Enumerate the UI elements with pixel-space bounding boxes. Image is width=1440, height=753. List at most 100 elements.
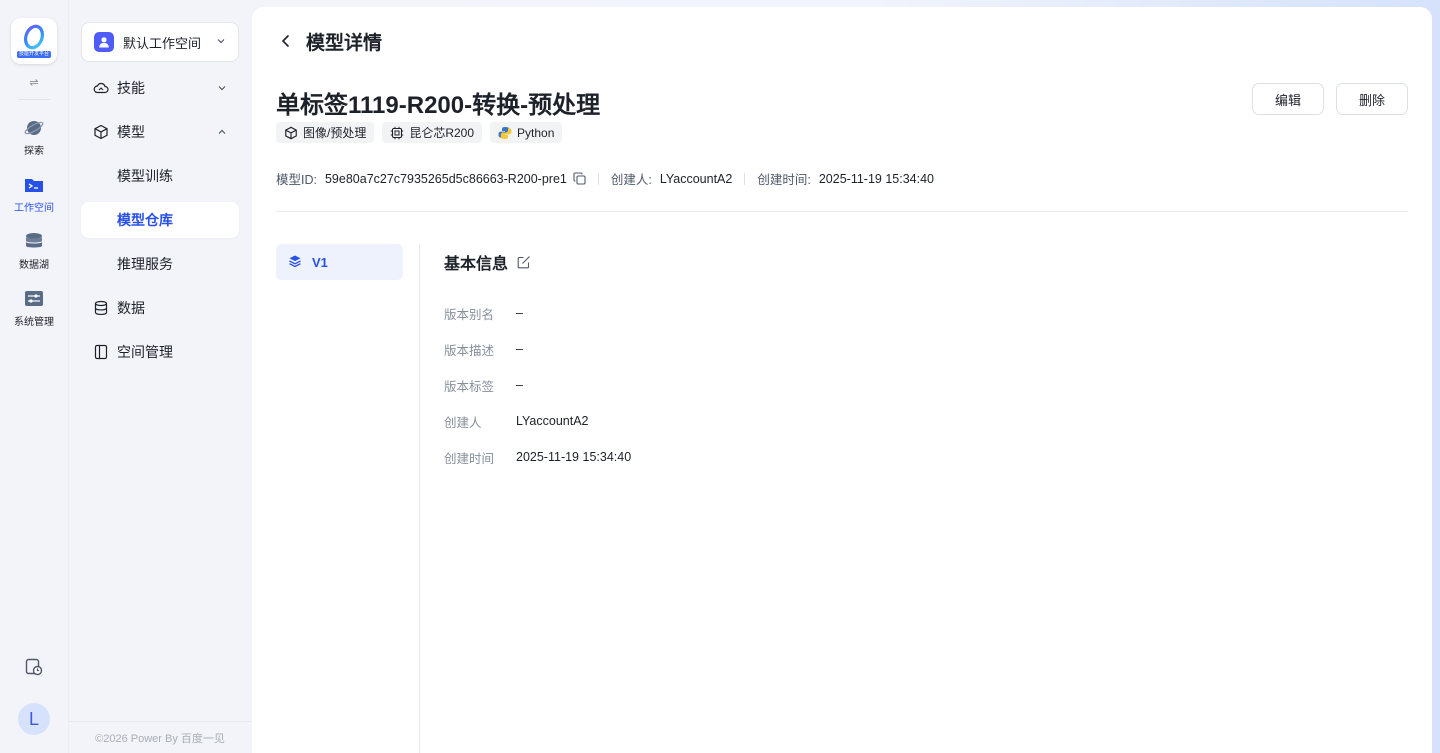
sidebar-item-label: 模型训练	[117, 168, 173, 184]
rail-label: 工作空间	[14, 203, 54, 214]
creator-value: LYaccountA2	[659, 171, 733, 186]
info-value: LYaccountA2	[516, 414, 589, 428]
created-time-label: 创建时间:	[757, 173, 811, 187]
tag-task-type: 图像/预处理	[276, 122, 375, 143]
info-label: 版本别名	[444, 307, 495, 322]
user-avatar[interactable]: L	[18, 703, 50, 735]
sidebar-item-inference-service[interactable]: 推理服务	[81, 246, 239, 282]
basic-info-section: 基本信息 版本别名 – 版本描述 – 版本标签 – 创建人 LYaccountA…	[444, 250, 631, 475]
rail-item-system[interactable]: 系统管理	[4, 289, 64, 328]
info-label: 创建时间	[444, 451, 495, 466]
logo-caption: 技能开发平台	[16, 51, 51, 58]
info-row-tags: 版本标签 –	[444, 367, 631, 403]
meta-separator	[597, 172, 599, 185]
page-title: 模型详情	[306, 32, 383, 54]
main-panel: 模型详情 单标签1119-R200-转换-预处理 编辑 删除 图像/预处理 昆仑…	[252, 7, 1432, 753]
database-icon	[24, 232, 44, 252]
page-header: 模型详情	[276, 29, 383, 54]
version-list: V1	[276, 244, 403, 280]
rail-divider	[18, 99, 50, 100]
layers-icon	[288, 254, 302, 271]
rail-item-explore[interactable]: 探索	[4, 118, 64, 157]
chip-icon	[390, 126, 404, 140]
sidebar-item-label: 推理服务	[117, 256, 173, 272]
tag-label: Python	[517, 125, 555, 140]
info-label: 版本描述	[444, 343, 495, 358]
back-arrow-icon[interactable]	[276, 31, 296, 51]
basic-info-title: 基本信息	[444, 256, 509, 273]
cloud-icon	[93, 80, 109, 96]
rail-label: 数据湖	[19, 260, 49, 271]
sidebar-item-data[interactable]: 数据	[81, 290, 239, 326]
delete-button[interactable]: 删除	[1336, 83, 1408, 115]
info-label: 创建人	[444, 415, 482, 430]
copyright-footer: ©2026 Power By 百度一见	[69, 721, 251, 753]
icon-rail: 技能开发平台 ⇌ 探索 工作空间 数据湖 系统管理 L	[0, 0, 68, 753]
sidebar-item-skills[interactable]: 技能	[81, 70, 239, 106]
info-row-description: 版本描述 –	[444, 331, 631, 367]
rail-label: 系统管理	[14, 317, 54, 328]
database-icon	[93, 300, 109, 316]
info-value: –	[516, 306, 523, 320]
basic-info-header: 基本信息	[444, 250, 631, 274]
sidebar-item-space-management[interactable]: 空间管理	[81, 334, 239, 370]
sidebar-nav: 技能 模型 模型训练 模型仓库 推理服务 数据 空间管理	[81, 70, 239, 378]
tag-label: 昆仑芯R200	[409, 126, 475, 140]
chevron-down-icon	[216, 33, 226, 51]
cube-icon	[93, 124, 109, 140]
tag-label: 图像/预处理	[303, 126, 367, 140]
meta-separator	[744, 172, 746, 185]
model-id-value: 59e80a7c27c7935265d5c86663-R200-pre1	[324, 171, 567, 186]
model-id-label: 模型ID:	[276, 173, 317, 187]
info-value: –	[516, 342, 523, 356]
book-icon	[93, 344, 109, 360]
sidebar-item-label: 空间管理	[117, 344, 173, 360]
created-time-value: 2025-11-19 15:34:40	[818, 171, 934, 186]
rail-label: 探索	[24, 146, 44, 157]
chevron-up-icon	[217, 124, 227, 140]
history-icon[interactable]	[25, 658, 43, 681]
creator-label: 创建人:	[610, 173, 652, 187]
sidebar-item-label: 模型	[117, 124, 145, 140]
model-name: 单标签1119-R200-转换-预处理	[276, 92, 601, 119]
collapse-toggle-icon[interactable]: ⇌	[29, 76, 38, 89]
edit-icon[interactable]	[517, 255, 531, 269]
version-label: V1	[312, 254, 328, 270]
tag-hardware: 昆仑芯R200	[382, 122, 483, 143]
sidebar-item-label: 技能	[117, 80, 145, 96]
edit-button[interactable]: 编辑	[1252, 83, 1324, 115]
app-logo[interactable]: 技能开发平台	[11, 18, 57, 64]
sidebar-item-model-repository[interactable]: 模型仓库	[81, 202, 239, 238]
info-value: –	[516, 378, 523, 392]
section-divider	[276, 211, 1408, 212]
info-row-creator: 创建人 LYaccountA2	[444, 403, 631, 439]
planet-icon	[24, 118, 44, 138]
chevron-down-icon	[217, 80, 227, 96]
logo-icon	[23, 24, 45, 50]
cube-icon	[284, 126, 298, 140]
python-icon	[498, 126, 512, 140]
rail-item-workspace[interactable]: 工作空间	[4, 175, 64, 214]
workspace-selector[interactable]: 默认工作空间	[81, 22, 239, 62]
basic-info-rows: 版本别名 – 版本描述 – 版本标签 – 创建人 LYaccountA2 创建时…	[444, 295, 631, 475]
action-buttons: 编辑 删除	[1252, 83, 1408, 115]
workspace-sidebar: 默认工作空间 技能 模型 模型训练 模型仓库 推理服务 数据 空间管理 ©202…	[69, 0, 251, 753]
sidebar-item-label: 模型仓库	[117, 212, 173, 228]
info-value: 2025-11-19 15:34:40	[516, 450, 632, 464]
info-row-created-time: 创建时间 2025-11-19 15:34:40	[444, 439, 631, 475]
workspace-name: 默认工作空间	[123, 35, 202, 51]
sidebar-item-models[interactable]: 模型	[81, 114, 239, 150]
terminal-folder-icon	[24, 175, 44, 195]
version-item-v1[interactable]: V1	[276, 244, 403, 280]
model-meta: 模型ID: 59e80a7c27c7935265d5c86663-R200-pr…	[276, 169, 934, 188]
user-icon	[94, 32, 114, 52]
sidebar-item-model-training[interactable]: 模型训练	[81, 158, 239, 194]
settings-panel-icon	[24, 289, 44, 309]
copy-icon[interactable]	[573, 172, 586, 185]
rail-item-datalake[interactable]: 数据湖	[4, 232, 64, 271]
info-label: 版本标签	[444, 379, 495, 394]
info-row-alias: 版本别名 –	[444, 295, 631, 331]
model-tags: 图像/预处理 昆仑芯R200 Python	[276, 122, 563, 143]
tag-framework: Python	[490, 122, 563, 143]
column-divider	[419, 244, 420, 753]
